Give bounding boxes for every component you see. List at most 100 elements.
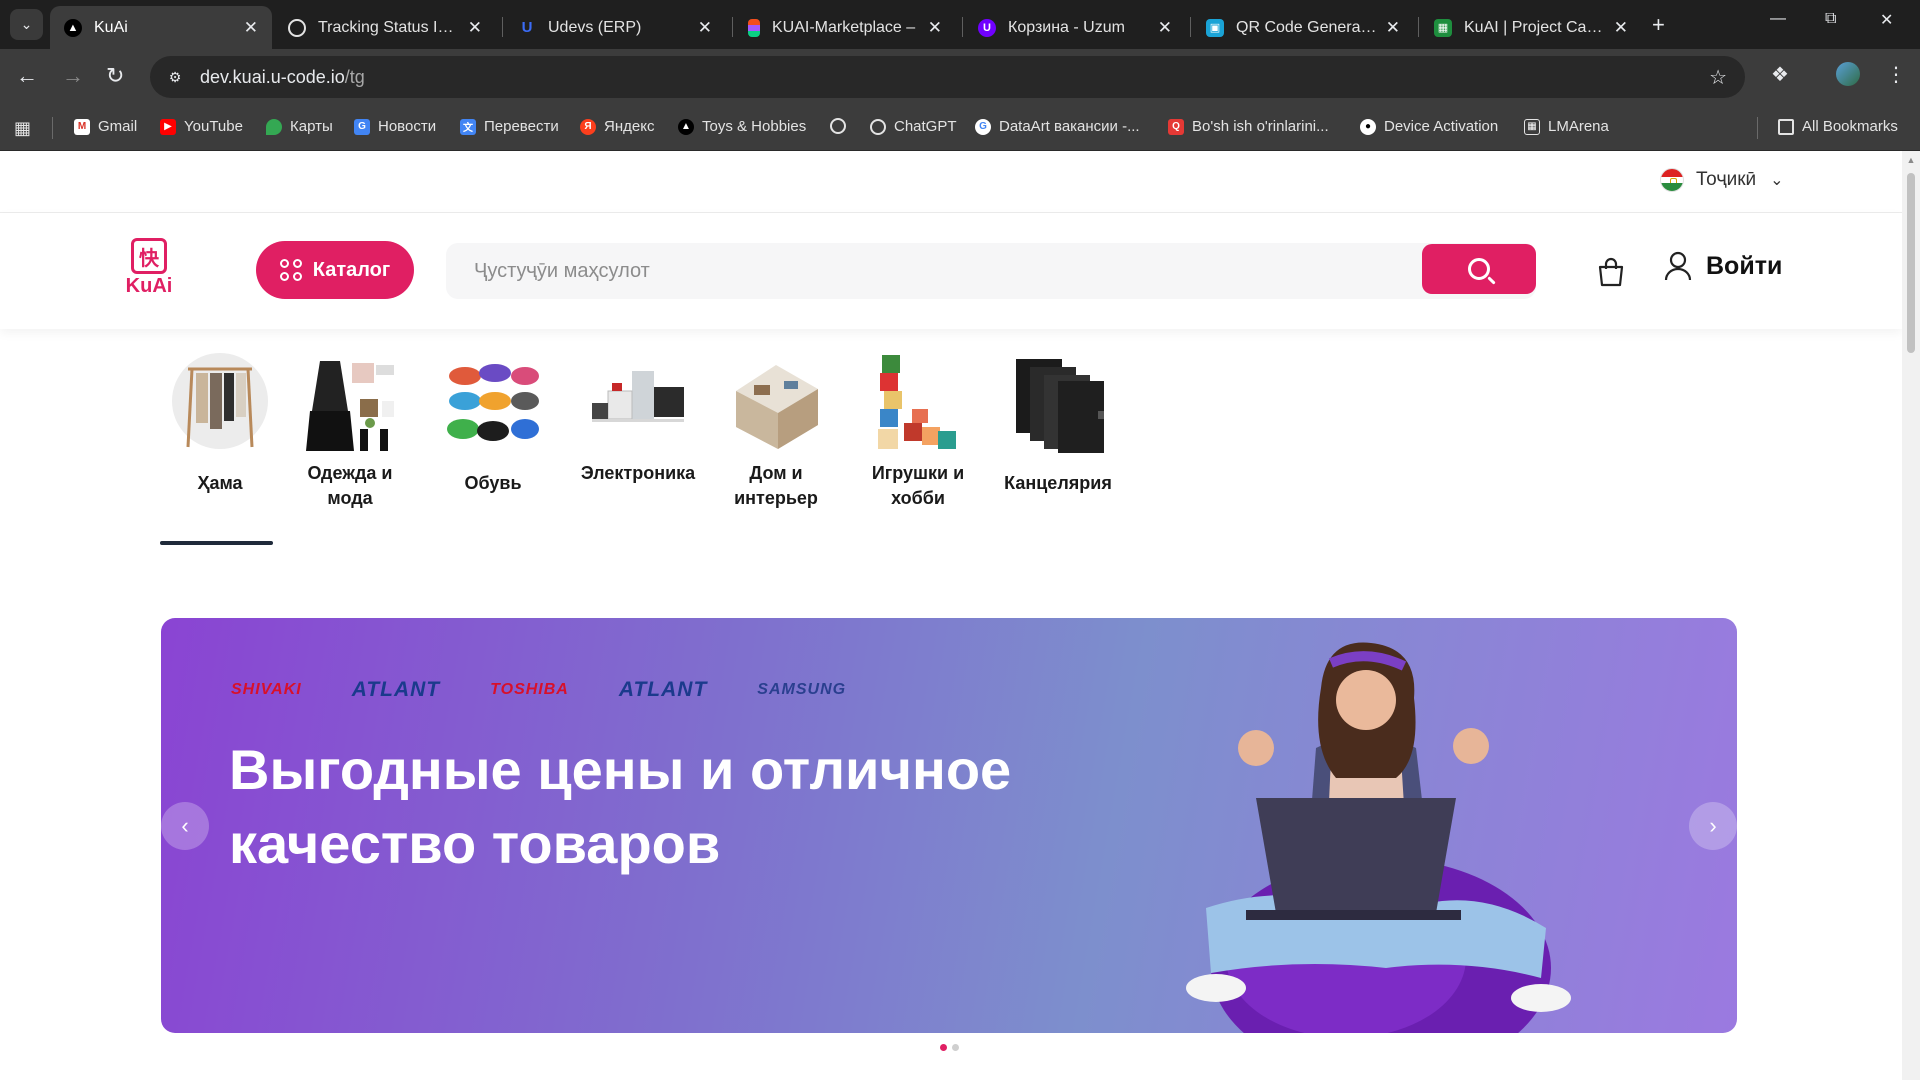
browser-toolbar: ← → ↻ ⚙ dev.kuai.u-code.io/tg ☆ ❖ ⋮ [0, 49, 1920, 105]
category-stationery[interactable]: Канцелярия [998, 351, 1118, 496]
brand-logos: SHIVAKI ATLANT TOSHIBA ATLANT SAMSUNG [231, 678, 896, 702]
bookmark-lmarena[interactable]: ▦ LMArena [1524, 118, 1609, 135]
bookmark-bosh-ish[interactable]: Q Bo'sh ish o'rinlarini... [1168, 118, 1329, 135]
back-arrow-icon[interactable]: ← [16, 64, 38, 88]
all-bookmarks-folder[interactable]: All Bookmarks [1778, 118, 1898, 135]
youtube-icon: ▶ [160, 118, 176, 135]
browser-menu-kebab-icon[interactable]: ⋮ [1886, 62, 1906, 87]
tab-title: KuAi [94, 18, 128, 36]
profile-avatar[interactable] [1836, 62, 1860, 86]
brand-logo: SAMSUNG [757, 681, 847, 698]
bookmark-dataart[interactable]: G DataArt вакансии -... [975, 118, 1140, 135]
apps-grid-icon[interactable]: ▦ [14, 118, 31, 139]
promo-banner[interactable]: SHIVAKI ATLANT TOSHIBA ATLANT SAMSUNG Вы… [161, 618, 1737, 1033]
forward-arrow-icon[interactable]: → [62, 64, 84, 88]
close-tab-icon[interactable]: ✕ [928, 18, 942, 38]
logo-mark: 快 [131, 238, 167, 274]
reload-icon[interactable]: ↻ [106, 64, 124, 88]
category-toys[interactable]: Игрушки и хобби [858, 351, 978, 511]
new-tab-plus-icon[interactable]: + [1652, 12, 1665, 38]
bookmark-gmail[interactable]: M Gmail [74, 118, 137, 135]
yandex-icon: Я [580, 118, 596, 135]
bookmark-star-icon[interactable]: ☆ [1709, 65, 1727, 90]
translate-icon: 文 [460, 118, 476, 135]
chatgpt-favicon-icon [288, 18, 306, 37]
search-button[interactable] [1422, 244, 1536, 294]
bookmark-device-activation[interactable]: ● Device Activation [1360, 118, 1498, 135]
search-input[interactable] [446, 243, 1416, 299]
carousel-dots [940, 1044, 964, 1051]
shopping-bag-icon[interactable] [1597, 257, 1625, 287]
logo-text: KuAi [125, 275, 173, 297]
bookmark-news[interactable]: G Новости [354, 118, 436, 135]
browser-tab-figma[interactable]: KUAI-Marketplace – ✕ [734, 6, 956, 49]
catalog-label: Каталог [312, 258, 391, 281]
bookmark-globe[interactable] [830, 118, 854, 134]
close-tab-icon[interactable]: ✕ [468, 18, 482, 38]
brand-logo: SHIVAKI [231, 681, 302, 698]
language-selector[interactable]: Тоҷикӣ ⌄ [1660, 168, 1784, 192]
restore-window-icon[interactable]: ⧉ [1825, 10, 1836, 28]
brand-logo: TOSHIBA [490, 681, 569, 698]
category-clothing[interactable]: Одежда и мода [290, 351, 410, 511]
kuai-favicon-icon: ▲ [64, 18, 82, 37]
close-window-icon[interactable]: ✕ [1880, 10, 1893, 30]
browser-tab-udevs[interactable]: U Udevs (ERP) ✕ [504, 6, 726, 49]
active-category-underline [160, 541, 273, 545]
category-label: Электроника [580, 463, 696, 483]
close-tab-icon[interactable]: ✕ [1386, 18, 1400, 38]
brand-logo: ATLANT [618, 678, 708, 701]
minimize-window-icon[interactable]: — [1770, 10, 1786, 28]
login-button[interactable]: Войти [1664, 251, 1782, 281]
kuai-logo[interactable]: 快 KuAi [124, 238, 174, 298]
address-url[interactable]: dev.kuai.u-code.io/tg [200, 67, 365, 88]
bookmark-yandex[interactable]: Я Яндекс [580, 118, 654, 135]
bookmark-maps[interactable]: Карты [266, 118, 333, 135]
scrollbar-thumb[interactable] [1907, 173, 1915, 353]
browser-tab-tracking[interactable]: Tracking Status Issue ✕ [274, 6, 496, 49]
sheets-favicon-icon: ▦ [1434, 18, 1452, 37]
language-label: Тоҷикӣ [1696, 169, 1757, 190]
category-shoes[interactable]: Обувь [433, 351, 553, 496]
site-settings-icon[interactable]: ⚙ [166, 68, 184, 86]
browser-tab-kuai[interactable]: ▲ KuAi ✕ [50, 6, 272, 49]
banner-woman-laptop-image [1186, 642, 1571, 1033]
tab-title: Корзина - Uzum [1008, 18, 1125, 36]
catalog-button[interactable]: Каталог [256, 241, 414, 299]
chatgpt-icon [870, 118, 886, 135]
figma-favicon-icon [748, 18, 760, 37]
carousel-dot-active[interactable] [940, 1044, 947, 1051]
bookmark-translate[interactable]: 文 Перевести [460, 118, 559, 135]
scroll-up-arrow-icon[interactable]: ▲ [1906, 155, 1916, 165]
login-label: Войти [1706, 251, 1783, 280]
tab-search-button[interactable]: ⌄ [10, 9, 43, 40]
carousel-dot[interactable] [952, 1044, 959, 1051]
browser-tab-sheets[interactable]: ▦ KuAI | Project Card - ✕ [1420, 6, 1642, 49]
user-icon [1664, 251, 1692, 281]
category-all[interactable]: Ҳама [160, 351, 280, 496]
carousel-prev-button[interactable]: ‹ [161, 802, 209, 850]
category-electronics[interactable]: Электроника [578, 351, 698, 486]
browser-tab-qr[interactable]: ▣ QR Code Generator | ✕ [1192, 6, 1414, 49]
toy-blocks-image [878, 355, 956, 449]
bookmarks-bar: ▦ M Gmail ▶ YouTube Карты G Новости 文 Переве… [0, 105, 1920, 151]
close-tab-icon[interactable]: ✕ [1158, 18, 1172, 38]
category-label: Обувь [464, 473, 522, 493]
carousel-next-button[interactable]: › [1689, 802, 1737, 850]
bookmark-toys-hobbies[interactable]: ▲ Toys & Hobbies [678, 118, 806, 135]
category-home[interactable]: Дом и интерьер [716, 351, 836, 511]
home-interior-image [736, 365, 818, 449]
close-tab-icon[interactable]: ✕ [1614, 18, 1628, 38]
search-icon [1468, 258, 1490, 280]
bookmark-youtube[interactable]: ▶ YouTube [160, 118, 243, 135]
close-tab-icon[interactable]: ✕ [244, 18, 258, 38]
bookmark-chatgpt[interactable]: ChatGPT [870, 118, 957, 135]
browser-tab-uzum[interactable]: U Корзина - Uzum ✕ [964, 6, 1186, 49]
address-bar[interactable]: ⚙ dev.kuai.u-code.io/tg ☆ [150, 56, 1745, 98]
extensions-puzzle-icon[interactable]: ❖ [1771, 62, 1789, 87]
category-label: Игрушки и хобби [871, 463, 965, 508]
close-tab-icon[interactable]: ✕ [698, 18, 712, 38]
page-scrollbar[interactable]: ▲ [1902, 151, 1920, 1080]
news-icon: G [354, 118, 370, 135]
banner-title: Выгодные цены и отличное качество товаро… [229, 738, 1012, 875]
